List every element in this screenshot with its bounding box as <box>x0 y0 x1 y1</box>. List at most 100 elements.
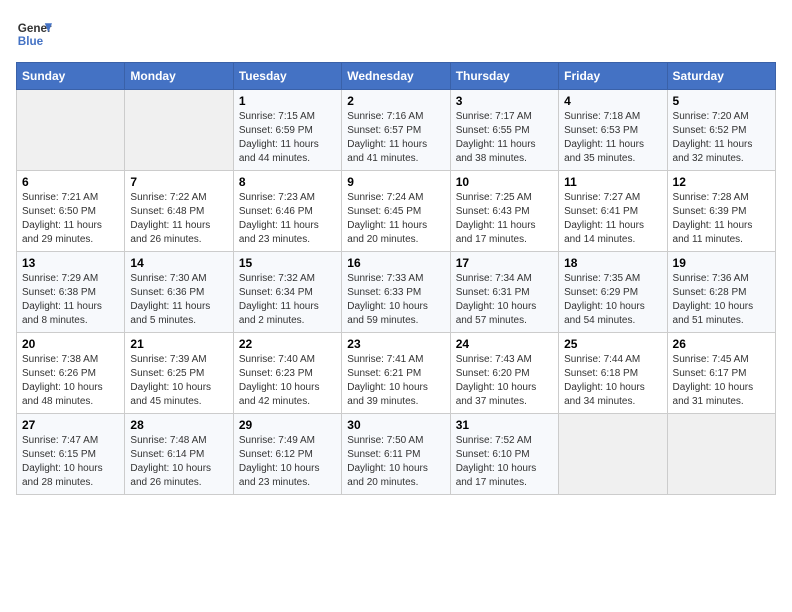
calendar-cell: 4 Sunrise: 7:18 AM Sunset: 6:53 PM Daylig… <box>559 90 667 171</box>
day-info: Sunrise: 7:38 AM Sunset: 6:26 PM Dayligh… <box>22 353 119 409</box>
day-number: 17 <box>456 256 553 270</box>
day-info: Sunrise: 7:30 AM Sunset: 6:36 PM Dayligh… <box>130 272 227 328</box>
calendar-cell: 5 Sunrise: 7:20 AM Sunset: 6:52 PM Daylig… <box>667 90 775 171</box>
day-info: Sunrise: 7:39 AM Sunset: 6:25 PM Dayligh… <box>130 353 227 409</box>
day-number: 12 <box>673 175 770 189</box>
day-info: Sunrise: 7:47 AM Sunset: 6:15 PM Dayligh… <box>22 434 119 490</box>
weekday-header: Monday <box>125 63 233 90</box>
calendar-week-row: 1Sunrise: 7:15 AM Sunset: 6:59 PM Daylig… <box>17 90 776 171</box>
day-number: 20 <box>22 337 119 351</box>
day-info: Sunrise: 7:16 AM Sunset: 6:57 PM Dayligh… <box>347 110 444 166</box>
day-number: 4 <box>564 94 661 108</box>
calendar-cell: 14Sunrise: 7:30 AM Sunset: 6:36 PM Dayli… <box>125 252 233 333</box>
calendar-cell: 19 Sunrise: 7:36 AM Sunset: 6:28 PM Dayli… <box>667 252 775 333</box>
day-number: 11 <box>564 175 661 189</box>
day-info: Sunrise: 7:52 AM Sunset: 6:10 PM Dayligh… <box>456 434 553 490</box>
day-info: Sunrise: 7:15 AM Sunset: 6:59 PM Dayligh… <box>239 110 336 166</box>
calendar-week-row: 6 Sunrise: 7:21 AM Sunset: 6:50 PM Daylig… <box>17 171 776 252</box>
day-info: Sunrise: 7:22 AM Sunset: 6:48 PM Dayligh… <box>130 191 227 247</box>
calendar-cell: 26 Sunrise: 7:45 AM Sunset: 6:17 PM Dayli… <box>667 333 775 414</box>
day-number: 26 <box>673 337 770 351</box>
day-info: Sunrise: 7:18 AM Sunset: 6:53 PM Dayligh… <box>564 110 661 166</box>
day-info: Sunrise: 7:23 AM Sunset: 6:46 PM Dayligh… <box>239 191 336 247</box>
day-info: Sunrise: 7:20 AM Sunset: 6:52 PM Dayligh… <box>673 110 770 166</box>
calendar-week-row: 13 Sunrise: 7:29 AM Sunset: 6:38 PM Dayli… <box>17 252 776 333</box>
day-number: 25 <box>564 337 661 351</box>
page-header: General Blue <box>16 16 776 52</box>
day-info: Sunrise: 7:50 AM Sunset: 6:11 PM Dayligh… <box>347 434 444 490</box>
calendar-cell: 2 Sunrise: 7:16 AM Sunset: 6:57 PM Daylig… <box>342 90 450 171</box>
calendar-cell: 10 Sunrise: 7:25 AM Sunset: 6:43 PM Dayli… <box>450 171 558 252</box>
day-info: Sunrise: 7:36 AM Sunset: 6:28 PM Dayligh… <box>673 272 770 328</box>
day-info: Sunrise: 7:49 AM Sunset: 6:12 PM Dayligh… <box>239 434 336 490</box>
day-number: 19 <box>673 256 770 270</box>
day-number: 5 <box>673 94 770 108</box>
day-info: Sunrise: 7:25 AM Sunset: 6:43 PM Dayligh… <box>456 191 553 247</box>
calendar-week-row: 27 Sunrise: 7:47 AM Sunset: 6:15 PM Dayli… <box>17 414 776 495</box>
day-number: 23 <box>347 337 444 351</box>
day-number: 15 <box>239 256 336 270</box>
day-info: Sunrise: 7:48 AM Sunset: 6:14 PM Dayligh… <box>130 434 227 490</box>
day-number: 3 <box>456 94 553 108</box>
day-info: Sunrise: 7:33 AM Sunset: 6:33 PM Dayligh… <box>347 272 444 328</box>
day-info: Sunrise: 7:29 AM Sunset: 6:38 PM Dayligh… <box>22 272 119 328</box>
day-info: Sunrise: 7:24 AM Sunset: 6:45 PM Dayligh… <box>347 191 444 247</box>
day-info: Sunrise: 7:21 AM Sunset: 6:50 PM Dayligh… <box>22 191 119 247</box>
calendar-cell: 23Sunrise: 7:41 AM Sunset: 6:21 PM Dayli… <box>342 333 450 414</box>
calendar-cell: 27 Sunrise: 7:47 AM Sunset: 6:15 PM Dayli… <box>17 414 125 495</box>
weekday-header: Sunday <box>17 63 125 90</box>
calendar-cell: 16 Sunrise: 7:33 AM Sunset: 6:33 PM Dayli… <box>342 252 450 333</box>
day-info: Sunrise: 7:45 AM Sunset: 6:17 PM Dayligh… <box>673 353 770 409</box>
day-info: Sunrise: 7:40 AM Sunset: 6:23 PM Dayligh… <box>239 353 336 409</box>
day-info: Sunrise: 7:17 AM Sunset: 6:55 PM Dayligh… <box>456 110 553 166</box>
day-number: 10 <box>456 175 553 189</box>
day-info: Sunrise: 7:32 AM Sunset: 6:34 PM Dayligh… <box>239 272 336 328</box>
calendar-cell <box>559 414 667 495</box>
calendar-cell: 6 Sunrise: 7:21 AM Sunset: 6:50 PM Daylig… <box>17 171 125 252</box>
calendar-table: SundayMondayTuesdayWednesdayThursdayFrid… <box>16 62 776 495</box>
calendar-cell: 17Sunrise: 7:34 AM Sunset: 6:31 PM Dayli… <box>450 252 558 333</box>
calendar-cell: 28Sunrise: 7:48 AM Sunset: 6:14 PM Dayli… <box>125 414 233 495</box>
day-number: 24 <box>456 337 553 351</box>
day-number: 6 <box>22 175 119 189</box>
calendar-body: 1Sunrise: 7:15 AM Sunset: 6:59 PM Daylig… <box>17 90 776 495</box>
day-number: 29 <box>239 418 336 432</box>
calendar-cell: 30Sunrise: 7:50 AM Sunset: 6:11 PM Dayli… <box>342 414 450 495</box>
weekday-header: Tuesday <box>233 63 341 90</box>
weekday-header: Saturday <box>667 63 775 90</box>
calendar-cell: 12 Sunrise: 7:28 AM Sunset: 6:39 PM Dayli… <box>667 171 775 252</box>
calendar-cell: 13 Sunrise: 7:29 AM Sunset: 6:38 PM Dayli… <box>17 252 125 333</box>
day-info: Sunrise: 7:43 AM Sunset: 6:20 PM Dayligh… <box>456 353 553 409</box>
calendar-cell: 1Sunrise: 7:15 AM Sunset: 6:59 PM Daylig… <box>233 90 341 171</box>
calendar-cell: 7 Sunrise: 7:22 AM Sunset: 6:48 PM Daylig… <box>125 171 233 252</box>
calendar-cell: 9 Sunrise: 7:24 AM Sunset: 6:45 PM Daylig… <box>342 171 450 252</box>
day-number: 22 <box>239 337 336 351</box>
weekday-header: Wednesday <box>342 63 450 90</box>
calendar-cell: 3 Sunrise: 7:17 AM Sunset: 6:55 PM Daylig… <box>450 90 558 171</box>
day-number: 27 <box>22 418 119 432</box>
calendar-week-row: 20 Sunrise: 7:38 AM Sunset: 6:26 PM Dayli… <box>17 333 776 414</box>
calendar-cell <box>667 414 775 495</box>
day-number: 13 <box>22 256 119 270</box>
calendar-cell <box>17 90 125 171</box>
day-info: Sunrise: 7:28 AM Sunset: 6:39 PM Dayligh… <box>673 191 770 247</box>
calendar-cell: 31Sunrise: 7:52 AM Sunset: 6:10 PM Dayli… <box>450 414 558 495</box>
weekday-header: Friday <box>559 63 667 90</box>
day-number: 18 <box>564 256 661 270</box>
day-number: 2 <box>347 94 444 108</box>
calendar-cell: 15 Sunrise: 7:32 AM Sunset: 6:34 PM Dayli… <box>233 252 341 333</box>
calendar-cell: 20 Sunrise: 7:38 AM Sunset: 6:26 PM Dayli… <box>17 333 125 414</box>
day-number: 9 <box>347 175 444 189</box>
calendar-header: SundayMondayTuesdayWednesdayThursdayFrid… <box>17 63 776 90</box>
day-number: 16 <box>347 256 444 270</box>
calendar-cell: 24 Sunrise: 7:43 AM Sunset: 6:20 PM Dayli… <box>450 333 558 414</box>
calendar-cell: 18Sunrise: 7:35 AM Sunset: 6:29 PM Dayli… <box>559 252 667 333</box>
day-number: 7 <box>130 175 227 189</box>
day-info: Sunrise: 7:27 AM Sunset: 6:41 PM Dayligh… <box>564 191 661 247</box>
svg-text:Blue: Blue <box>18 35 44 48</box>
logo: General Blue <box>16 16 52 52</box>
day-number: 8 <box>239 175 336 189</box>
calendar-cell: 21Sunrise: 7:39 AM Sunset: 6:25 PM Dayli… <box>125 333 233 414</box>
calendar-cell: 11 Sunrise: 7:27 AM Sunset: 6:41 PM Dayli… <box>559 171 667 252</box>
calendar-cell: 25Sunrise: 7:44 AM Sunset: 6:18 PM Dayli… <box>559 333 667 414</box>
